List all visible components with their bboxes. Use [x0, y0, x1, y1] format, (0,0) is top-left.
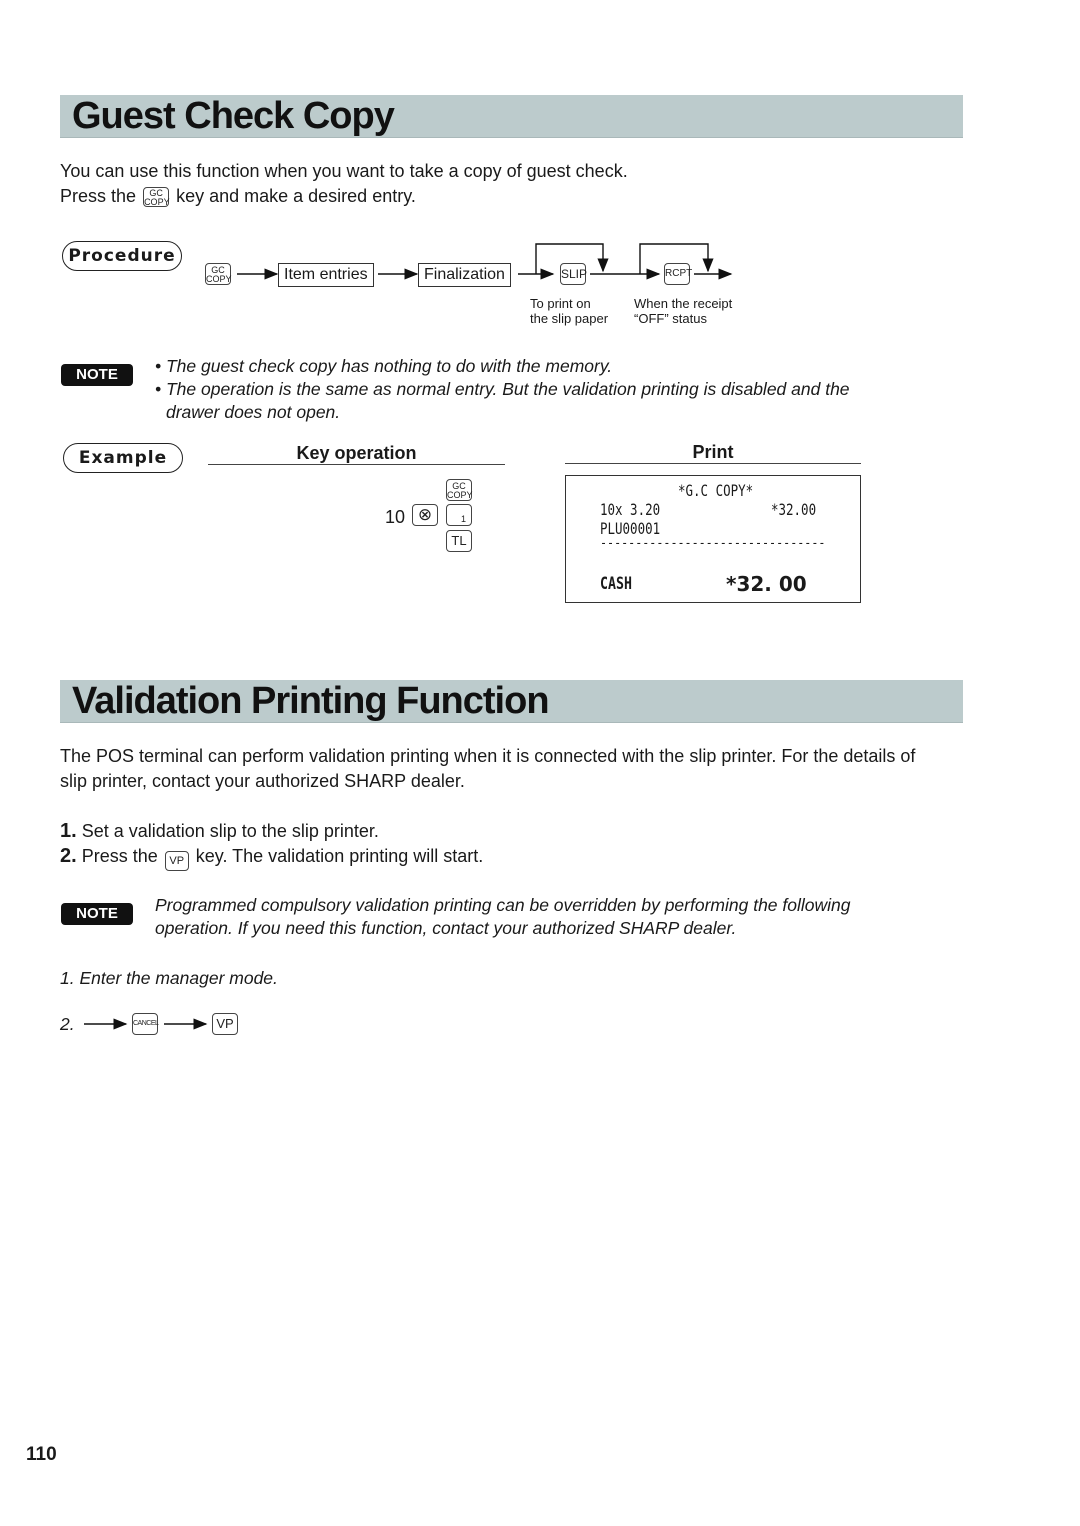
print-header: Print [565, 441, 861, 464]
receipt-line1-left: 10x 3.20 [600, 500, 661, 519]
manager-step-1: 1. Enter the manager mode. [60, 968, 278, 988]
step-text: Set a validation slip to the slip printe… [81, 821, 379, 841]
receipt-print: *G.C COPY* 10x 3.20 *32.00 PLU00001 ----… [565, 475, 861, 603]
step-text-post: key. The validation printing will start. [195, 846, 484, 866]
vp-key-icon: VP [212, 1013, 238, 1035]
step-finalization: Finalization [418, 263, 511, 287]
step-1: 1. Set a validation slip to the slip pri… [60, 819, 379, 844]
procedure-flow-arrows [237, 243, 733, 280]
quantity-value: 10 [385, 507, 406, 527]
intro-text-2: slip printer, contact your authorized SH… [60, 771, 465, 791]
rcpt-key-icon: RCPT [664, 263, 692, 285]
receipt-separator: -------------------------------- [600, 536, 826, 551]
slip-note-line1: To print on [530, 296, 591, 311]
slip-note: To print on the slip paper [530, 296, 608, 326]
vp-key-icon: VP [164, 851, 189, 871]
intro-text: The POS terminal can perform validation … [60, 746, 916, 766]
step-2: 2. Press the VP key. The validation prin… [60, 844, 484, 871]
note-line-1: Programmed compulsory validation printin… [155, 895, 851, 915]
example-label: Example [63, 443, 183, 473]
plu-key-icon: 1 [446, 504, 472, 526]
cancel-key-icon: CANCEL [132, 1013, 159, 1035]
page-number: 110 [26, 1444, 57, 1465]
step-text-pre: Press the [81, 846, 158, 866]
note-line-2: operation. If you need this function, co… [155, 918, 737, 938]
receipt-line1-right: *32.00 [771, 500, 817, 519]
receipt-total-label: CASH [600, 574, 632, 594]
tl-key-icon: TL [446, 530, 472, 552]
slip-key-icon: SLIP [560, 263, 587, 285]
key-label-bottom: COPY [447, 490, 473, 500]
note-badge: NOTE [61, 903, 133, 925]
rcpt-note: When the receipt “OFF” status [634, 296, 732, 326]
gc-copy-key-icon: GC COPY [446, 479, 473, 501]
multiply-key-icon: ⊗ [412, 504, 438, 526]
step-number: 1. [60, 820, 77, 842]
note-badge: NOTE [61, 364, 133, 386]
rcpt-note-line2: “OFF” status [634, 311, 707, 326]
receipt-title: *G.C COPY* [678, 481, 754, 500]
slip-note-line2: the slip paper [530, 311, 609, 326]
note-bullet-1: • The guest check copy has nothing to do… [155, 356, 613, 376]
receipt-total-value: *32. 00 [726, 572, 807, 596]
section-header-validation-printing: Validation Printing Function [60, 680, 963, 723]
section-title: Validation Printing Function [72, 680, 550, 722]
note-bullet-2: • The operation is the same as normal en… [155, 379, 850, 399]
rcpt-note-line1: When the receipt [634, 296, 733, 311]
step-number: 2. [60, 845, 77, 867]
step-item-entries: Item entries [278, 263, 374, 287]
key-operation-header: Key operation [208, 442, 505, 465]
note-bullet-2-cont: drawer does not open. [166, 402, 341, 422]
